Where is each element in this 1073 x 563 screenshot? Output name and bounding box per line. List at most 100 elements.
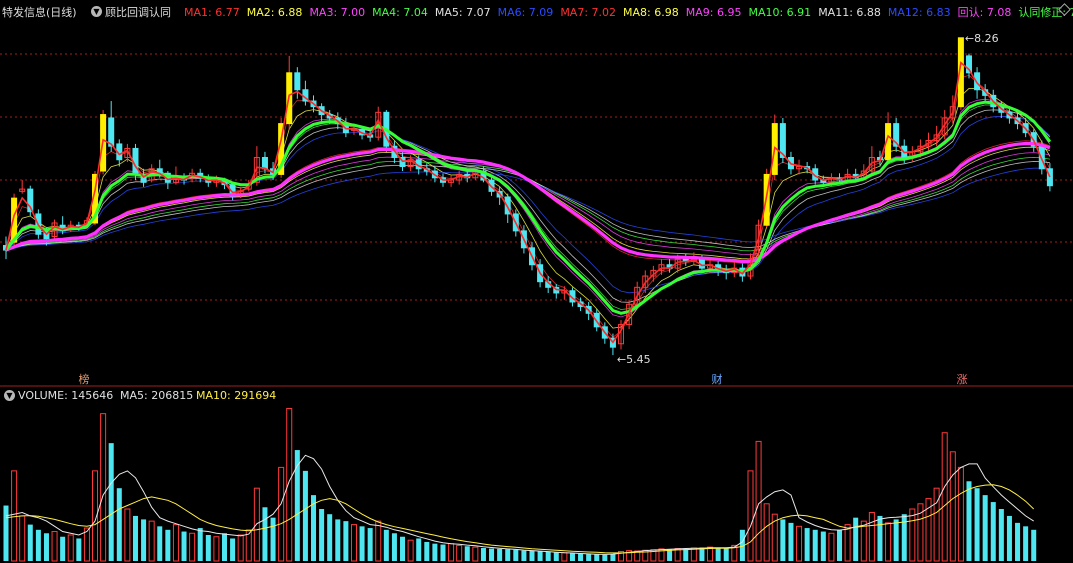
volume-bar bbox=[836, 529, 843, 561]
volume-bar bbox=[472, 546, 479, 562]
volume-bar bbox=[375, 520, 382, 562]
volume-bar bbox=[197, 528, 203, 561]
volume-bar bbox=[1023, 526, 1029, 561]
volume-bar bbox=[545, 551, 551, 561]
volume-bar bbox=[578, 553, 584, 561]
volume-bar bbox=[205, 535, 211, 561]
volume-bar bbox=[221, 533, 228, 561]
candle-body bbox=[261, 156, 268, 170]
volume-bar bbox=[982, 495, 988, 561]
volume-bar bbox=[35, 529, 41, 561]
volume-bar bbox=[586, 554, 592, 561]
volume-bar bbox=[157, 526, 163, 561]
volume-bar bbox=[19, 515, 26, 562]
volume-bar bbox=[513, 549, 519, 561]
volume-bar bbox=[76, 538, 82, 561]
volume-bar bbox=[828, 532, 835, 562]
volume-bar bbox=[319, 509, 325, 561]
event-marker-1: 财 bbox=[712, 372, 723, 386]
volume-bar bbox=[529, 550, 535, 561]
volume-bar bbox=[383, 529, 389, 561]
volume-bar bbox=[804, 528, 810, 561]
volume-bar bbox=[780, 519, 786, 561]
volume-bar bbox=[302, 470, 308, 561]
volume-bar bbox=[27, 524, 33, 561]
volume-bar bbox=[941, 432, 948, 562]
volume-bar bbox=[877, 515, 883, 561]
volume-bar bbox=[497, 548, 503, 561]
high-price-label: ←8.26 bbox=[965, 32, 999, 45]
volume-bar bbox=[966, 481, 972, 561]
volume-bar bbox=[359, 526, 365, 561]
volume-bar bbox=[189, 532, 196, 562]
volume-bar bbox=[893, 519, 899, 561]
volume-bar bbox=[270, 517, 276, 561]
volume-bar bbox=[820, 531, 826, 561]
volume-bar bbox=[610, 554, 616, 561]
volume-bar bbox=[116, 488, 122, 561]
volume-bar bbox=[278, 466, 285, 562]
volume-ma10: MA10: 291694 bbox=[196, 389, 277, 402]
volume-bar bbox=[367, 528, 373, 561]
volume-bar bbox=[440, 544, 446, 561]
volume-bar bbox=[350, 524, 357, 562]
chevron-down-icon[interactable]: ▼ bbox=[4, 390, 15, 401]
candle-body bbox=[294, 72, 301, 91]
volume-bar bbox=[885, 522, 892, 562]
volume-bar bbox=[100, 413, 107, 562]
volume-bar bbox=[181, 531, 187, 561]
volume-bar bbox=[690, 547, 697, 562]
volume-bar bbox=[60, 536, 66, 561]
volume-bar bbox=[901, 514, 907, 561]
volume-bar bbox=[456, 544, 463, 562]
volume-bar bbox=[683, 548, 689, 561]
volume-bar bbox=[343, 521, 349, 561]
volume-bar bbox=[715, 547, 721, 561]
volume-bar bbox=[537, 551, 543, 561]
volume-bar bbox=[707, 546, 714, 562]
volume-bar bbox=[237, 534, 244, 562]
candlestick-chart[interactable]: ←8.26 ←5.45 榜 财 涨 bbox=[0, 0, 1073, 563]
event-marker-0: 榜 bbox=[79, 372, 90, 386]
volume-bar bbox=[132, 515, 138, 561]
volume-bar bbox=[464, 546, 470, 561]
volume-bar bbox=[230, 538, 236, 561]
volume-bar bbox=[505, 549, 511, 561]
volume-header: ▼ VOLUME: 145646 MA5: 206815 MA10: 29169… bbox=[0, 389, 1073, 403]
volume-bar bbox=[165, 529, 171, 561]
volume-bar bbox=[796, 525, 803, 562]
volume-bar bbox=[788, 522, 794, 561]
volume-bar bbox=[602, 554, 608, 561]
volume-bar bbox=[521, 550, 527, 561]
volume-bar bbox=[400, 536, 406, 561]
volume-bar bbox=[43, 533, 49, 561]
volume-bar bbox=[723, 548, 729, 561]
low-price-label: ←5.45 bbox=[617, 353, 651, 366]
volume-bar bbox=[67, 534, 74, 562]
volume-bar bbox=[699, 547, 705, 561]
volume-bar bbox=[3, 505, 9, 561]
volume-bar bbox=[957, 466, 964, 562]
volume-bar bbox=[108, 443, 114, 561]
volume-bar bbox=[489, 548, 495, 561]
volume-bar bbox=[1006, 515, 1012, 561]
candle-body bbox=[108, 117, 115, 147]
volume-bar bbox=[553, 552, 559, 561]
volume-bar bbox=[763, 503, 770, 562]
event-marker-2: 涨 bbox=[957, 373, 968, 386]
volume-bar bbox=[51, 531, 58, 562]
volume-bar bbox=[755, 440, 762, 562]
volume-bar bbox=[1031, 529, 1037, 561]
volume-bar bbox=[1015, 522, 1021, 561]
volume-bar bbox=[416, 538, 422, 561]
volume-bar bbox=[262, 507, 268, 561]
volume-bar bbox=[974, 488, 980, 561]
volume-bar bbox=[569, 553, 575, 561]
volume-bar bbox=[141, 519, 147, 561]
volume-bar bbox=[407, 539, 414, 562]
volume-ma5: MA5: 206815 bbox=[120, 389, 194, 402]
volume-bar bbox=[480, 548, 486, 561]
volume-bar bbox=[747, 470, 754, 562]
volume-bar bbox=[909, 508, 916, 562]
volume-bar bbox=[335, 519, 341, 561]
